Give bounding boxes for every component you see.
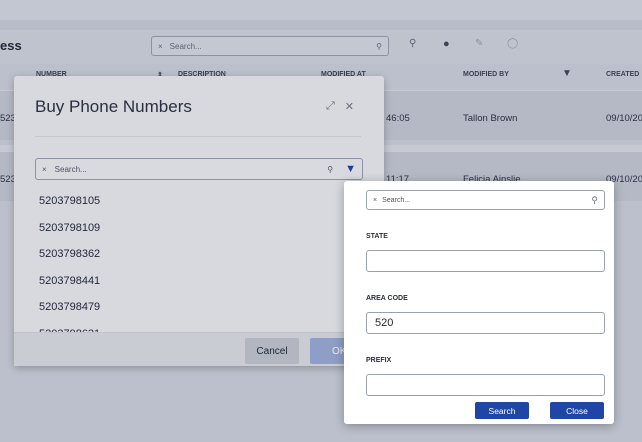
search-placeholder: Search... (169, 41, 202, 51)
zoom-icon[interactable]: ⚲ (409, 38, 416, 49)
dialog-title: Buy Phone Numbers (35, 97, 192, 116)
state-field[interactable] (366, 250, 605, 272)
close-button[interactable]: Close (550, 402, 604, 419)
add-icon[interactable]: ● (443, 38, 450, 50)
delete-icon[interactable]: ◯ (507, 38, 518, 49)
col-created[interactable]: CREATED (606, 71, 639, 78)
clear-icon[interactable]: × (158, 42, 163, 51)
prefix-field[interactable] (366, 374, 605, 396)
list-item[interactable]: 5203798109 (39, 215, 359, 242)
clear-icon[interactable]: × (42, 165, 47, 174)
number-search-input[interactable]: × Search... ⚲ ▼ (35, 158, 363, 180)
search-placeholder: Search... (54, 164, 87, 174)
filter-icon[interactable]: ▼ (562, 68, 572, 79)
state-label: STATE (366, 233, 388, 240)
buy-numbers-dialog: Buy Phone Numbers ⤢ ✕ × Search... ⚲ ▼ 52… (14, 76, 384, 366)
number-list[interactable]: 5203798105 5203798109 5203798362 5203798… (39, 188, 359, 334)
cancel-button[interactable]: Cancel (245, 338, 299, 364)
filter-icon[interactable]: ▼ (345, 163, 356, 175)
close-icon[interactable]: ✕ (345, 100, 354, 113)
search-icon[interactable]: ⚲ (591, 195, 598, 206)
search-icon[interactable]: ⚲ (327, 165, 333, 174)
prefix-label: PREFIX (366, 357, 392, 364)
top-strip (0, 0, 642, 20)
list-item[interactable]: 5203798441 (39, 268, 359, 295)
search-button[interactable]: Search (475, 402, 529, 419)
page-title: ess (0, 38, 22, 53)
list-item[interactable]: 5203798105 (39, 188, 359, 215)
search-icon[interactable]: ⚲ (376, 42, 382, 51)
top-band (0, 20, 642, 30)
expand-icon[interactable]: ⤢ (326, 100, 335, 113)
filter-popover: × Search... ⚲ STATE AREA CODE 520 PREFIX… (344, 181, 614, 424)
list-search-input[interactable]: × Search... ⚲ (151, 36, 389, 56)
area-code-field[interactable]: 520 (366, 312, 605, 334)
clear-icon[interactable]: × (373, 197, 377, 204)
list-item[interactable]: 5203798479 (39, 294, 359, 321)
filter-search-input[interactable]: × Search... ⚲ (366, 190, 605, 210)
list-item[interactable]: 5203798362 (39, 241, 359, 268)
edit-icon[interactable]: ✎ (475, 38, 483, 49)
search-placeholder: Search... (382, 196, 411, 204)
divider (35, 136, 361, 137)
area-code-label: AREA CODE (366, 295, 408, 302)
col-modified-by[interactable]: MODIFIED BY (463, 71, 509, 78)
